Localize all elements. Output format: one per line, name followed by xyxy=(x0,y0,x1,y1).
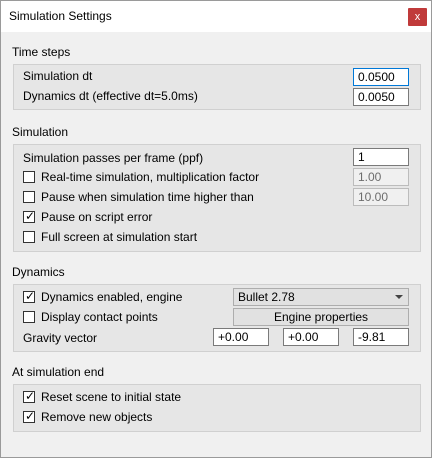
dynamics-enabled-checkbox[interactable]: ✓ xyxy=(23,289,36,303)
simulation-settings-window: Simulation Settings x Time steps Simulat… xyxy=(0,0,432,458)
contact-points-checkbox[interactable] xyxy=(23,311,35,323)
ppf-input[interactable]: 1 xyxy=(353,148,409,166)
realtime-label: Real-time simulation, multiplication fac… xyxy=(41,170,260,184)
section-simulation-title: Simulation xyxy=(12,125,69,139)
section-sim-end-title: At simulation end xyxy=(12,365,105,379)
gravity-y-input[interactable]: +0.00 xyxy=(283,328,339,346)
gravity-label: Gravity vector xyxy=(23,331,98,345)
chevron-down-icon xyxy=(395,295,403,299)
pause-time-label: Pause when simulation time higher than xyxy=(41,190,254,204)
engine-select[interactable]: Bullet 2.78 xyxy=(233,288,409,306)
simulation-dt-label: Simulation dt xyxy=(23,69,93,83)
dynamics-group: ✓ Dynamics enabled, engine Bullet 2.78 D… xyxy=(13,284,421,352)
gravity-z-input[interactable]: -9.81 xyxy=(353,328,409,346)
time-steps-group: Simulation dt 0.0500 Dynamics dt (effect… xyxy=(13,64,421,110)
simulation-group: Simulation passes per frame (ppf) 1 Real… xyxy=(13,144,421,252)
realtime-checkbox[interactable] xyxy=(23,171,35,183)
simulation-dt-input[interactable]: 0.0500 xyxy=(353,68,409,86)
section-dynamics-title: Dynamics xyxy=(12,265,65,279)
check-icon: ✓ xyxy=(25,409,36,423)
dynamics-dt-input[interactable]: 0.0050 xyxy=(353,88,409,106)
gravity-x-input[interactable]: +0.00 xyxy=(213,328,269,346)
reset-scene-checkbox[interactable]: ✓ xyxy=(23,389,36,403)
sim-end-group: ✓ Reset scene to initial state ✓ Remove … xyxy=(13,384,421,432)
title-bar: Simulation Settings x xyxy=(1,1,431,32)
remove-objects-checkbox[interactable]: ✓ xyxy=(23,409,36,423)
realtime-factor-input[interactable]: 1.00 xyxy=(353,168,409,186)
section-time-steps-title: Time steps xyxy=(12,45,71,59)
close-button[interactable]: x xyxy=(408,8,427,26)
pause-error-checkbox[interactable]: ✓ xyxy=(23,209,36,223)
pause-time-checkbox[interactable] xyxy=(23,191,35,203)
dynamics-dt-label: Dynamics dt (effective dt=5.0ms) xyxy=(23,89,198,103)
ppf-label: Simulation passes per frame (ppf) xyxy=(23,151,204,165)
reset-scene-label: Reset scene to initial state xyxy=(41,390,182,404)
fullscreen-label: Full screen at simulation start xyxy=(41,230,198,244)
pause-error-label: Pause on script error xyxy=(41,210,153,224)
check-icon: ✓ xyxy=(25,289,36,303)
contact-points-label: Display contact points xyxy=(41,310,158,324)
pause-time-input[interactable]: 10.00 xyxy=(353,188,409,206)
close-icon: x xyxy=(414,11,421,23)
dynamics-enabled-label: Dynamics enabled, engine xyxy=(41,290,183,304)
remove-objects-label: Remove new objects xyxy=(41,410,153,424)
fullscreen-checkbox[interactable] xyxy=(23,231,35,243)
window-title: Simulation Settings xyxy=(9,9,112,23)
engine-select-value: Bullet 2.78 xyxy=(238,290,295,304)
check-icon: ✓ xyxy=(25,389,36,403)
engine-properties-button[interactable]: Engine properties xyxy=(233,308,409,326)
check-icon: ✓ xyxy=(25,209,36,223)
